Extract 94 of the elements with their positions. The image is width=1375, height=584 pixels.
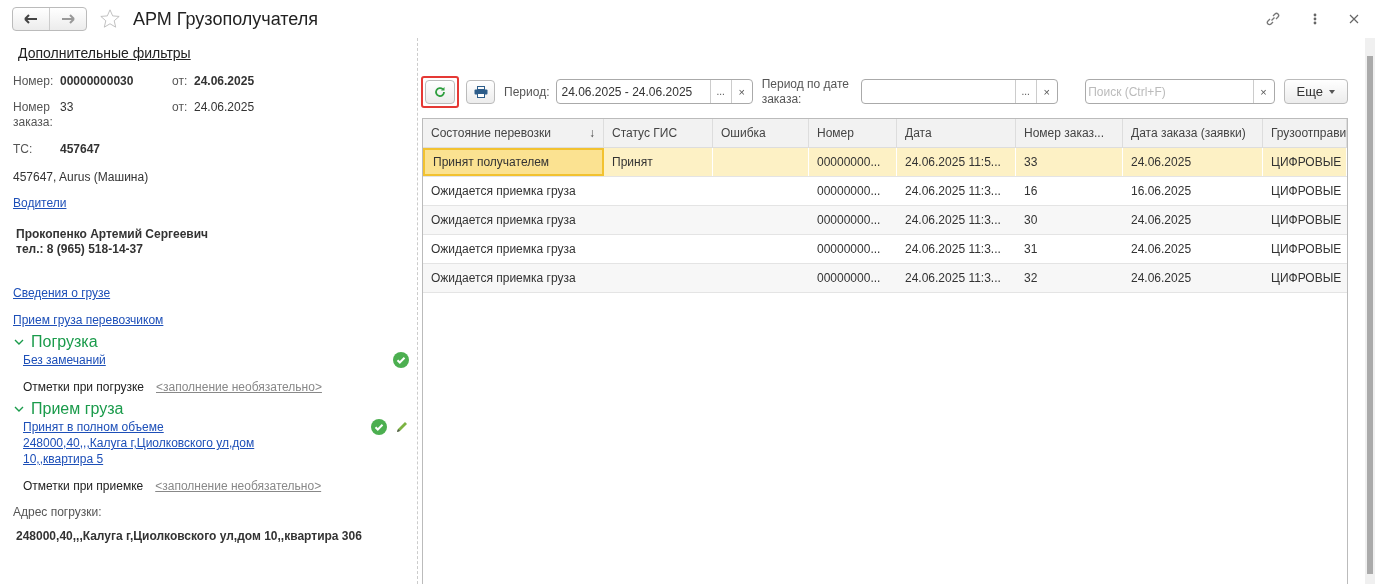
table-cell-text: 24.06.2025 — [1130, 270, 1193, 287]
field-label: от: — [172, 74, 189, 88]
clear-button[interactable]: × — [1035, 80, 1057, 103]
table-cell: Принят — [604, 148, 713, 176]
vehicle-number: 457647 — [60, 142, 102, 156]
column-header[interactable]: Дата — [897, 119, 1016, 147]
order-period-label: Период по дате заказа: — [761, 77, 851, 107]
column-header[interactable]: Грузоотправи — [1263, 119, 1347, 147]
table-cell-text: ЦИФРОВЫЕ — [1270, 212, 1343, 229]
table-cell-text: 16 — [1023, 183, 1039, 200]
table-cell-text: 16.06.2025 — [1130, 183, 1193, 200]
table-cell: 00000000... — [809, 148, 897, 176]
pick-button[interactable]: ... — [709, 80, 731, 103]
table-cell-text: 24.06.2025 11:3... — [904, 241, 1002, 258]
driver-name: Прокопенко Артемий Сергеевич — [16, 227, 210, 241]
loading-address: 248000,40,,,Калуга г,Циолковского ул,дом 10,,квартира 306 — [16, 529, 363, 543]
column-header[interactable]: Статус ГИС — [604, 119, 713, 147]
pick-button[interactable]: ... — [1014, 80, 1036, 103]
section-title[interactable]: Погрузка — [31, 335, 98, 349]
table-cell: 33 — [1016, 148, 1123, 176]
notes-label: Отметки при погрузке — [23, 380, 144, 394]
period-value: 24.06.2025 - 24.06.2025 — [560, 84, 694, 99]
table-cell: 24.06.2025 11:5... — [897, 148, 1016, 176]
table-cell-text: 24.06.2025 11:3... — [904, 183, 1002, 200]
column-header[interactable]: Номер — [809, 119, 897, 147]
link-icon[interactable] — [1265, 11, 1281, 27]
column-header[interactable]: Ошибка — [713, 119, 809, 147]
column-header[interactable]: Дата заказа (заявки) — [1123, 119, 1263, 147]
period-label: Период: — [504, 85, 550, 99]
table-cell-text: 30 — [1023, 212, 1039, 229]
notes-link[interactable]: <заполнение необязательно> — [156, 380, 322, 394]
sort-arrow: ↓ — [589, 126, 595, 140]
field-label: от: — [172, 100, 189, 114]
order-period-field[interactable]: ... × — [861, 79, 1058, 104]
table-cell: 24.06.2025 — [1123, 148, 1263, 176]
section-title[interactable]: Прием груза — [31, 402, 124, 416]
column-header[interactable]: Номер заказ... — [1016, 119, 1123, 147]
vehicle-description: 457647, Aurus (Машина) — [13, 170, 150, 184]
table-cell-text: 32 — [1023, 270, 1039, 287]
notes-link[interactable]: <заполнение необязательно> — [155, 479, 322, 493]
table-cell-text: 00000000... — [816, 212, 882, 229]
field-label: Номер заказа: — [13, 100, 54, 130]
table-cell-text: Ожидается приемка груза — [430, 183, 577, 200]
table-cell-text: ЦИФРОВЫЕ — [1270, 241, 1343, 258]
pencil-icon[interactable] — [395, 420, 409, 434]
search-field[interactable]: Поиск (Ctrl+F) × — [1085, 79, 1275, 104]
table-cell-text: ЦИФРОВЫЕ — [1270, 270, 1343, 287]
column-header[interactable]: Состояние перевозки ↓ — [423, 119, 604, 147]
table-cell: ЦИФРОВЫЕ — [1263, 148, 1347, 176]
refresh-button[interactable] — [425, 80, 455, 104]
print-button[interactable] — [466, 80, 496, 104]
table-cell-text: 24.06.2025 — [1130, 212, 1193, 229]
table-cell-text: 00000000... — [816, 270, 882, 287]
order-number: 33 — [60, 100, 75, 114]
drivers-link[interactable]: Водители — [13, 196, 67, 210]
carrier-acceptance-link[interactable]: Прием груза перевозчиком — [13, 313, 164, 327]
scrollbar-thumb[interactable] — [1367, 56, 1373, 574]
table-cell-text: 00000000... — [816, 241, 882, 258]
clear-button[interactable]: × — [730, 80, 752, 103]
printer-icon — [473, 86, 488, 98]
left-arrow-icon — [24, 14, 38, 24]
table-cell-text: Ожидается приемка груза — [430, 270, 577, 287]
order-date: 24.06.2025 — [194, 100, 256, 114]
status-link[interactable]: Принят в полном объеме 248000,40,,,Калуга г,Циолковского ул,дом 10,,квартира 5 — [23, 419, 303, 467]
table-cell-text: 24.06.2025 11:3... — [904, 270, 1002, 287]
right-arrow-icon — [61, 14, 75, 24]
table-cell: Принят получателем — [423, 148, 604, 176]
table-cell-text: 24.06.2025 — [1130, 241, 1193, 258]
table-cell-text: 24.06.2025 11:3... — [904, 212, 1002, 229]
field-label: Номер: — [13, 74, 55, 88]
check-icon — [393, 352, 409, 368]
address-label: Адрес погрузки: — [13, 505, 103, 519]
period-field[interactable]: 24.06.2025 - 24.06.2025 ... × — [556, 79, 753, 104]
filters-link[interactable]: Дополнительные фильтры — [18, 46, 191, 60]
table-cell-text: 00000000... — [816, 183, 882, 200]
check-icon — [371, 419, 387, 435]
star-icon[interactable] — [99, 8, 121, 30]
notes-label: Отметки при приемке — [23, 479, 144, 493]
status-link[interactable]: Без замечаний — [23, 352, 106, 368]
clear-button[interactable]: × — [1252, 80, 1274, 103]
field-label: ТС: — [13, 142, 34, 156]
table-cell-text: Ожидается приемка груза — [430, 212, 577, 229]
table-cell-text: 31 — [1023, 241, 1039, 258]
document-number: 00000000030 — [60, 74, 135, 88]
caret-icon — [1329, 89, 1335, 94]
table-cell-text: Ожидается приемка груза — [430, 241, 577, 258]
document-date: 24.06.2025 — [194, 74, 256, 88]
refresh-icon — [434, 86, 446, 98]
more-button[interactable]: Еще — [1283, 79, 1348, 104]
close-icon[interactable] — [1349, 14, 1359, 24]
cargo-info-link[interactable]: Сведения о грузе — [13, 286, 111, 300]
table-cell-text: ЦИФРОВЫЕ — [1270, 183, 1343, 200]
driver-phone: тел.: 8 (965) 518-14-37 — [16, 242, 144, 256]
more-icon[interactable] — [1313, 13, 1317, 25]
